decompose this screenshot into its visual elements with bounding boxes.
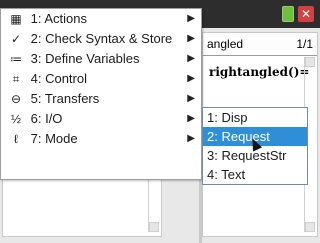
- menu-item-label: 6: I/O: [30, 111, 63, 126]
- menu-item-label: 5: Transfers: [30, 91, 100, 106]
- control-icon: ⌗: [12, 72, 20, 86]
- actions-icon: ▦: [10, 12, 22, 26]
- menu-item-transfers[interactable]: ⊖ 5: Transfers ▶: [1, 89, 201, 109]
- scroll-up-button[interactable]: [305, 57, 315, 67]
- menu-item-label: 4: Control: [30, 71, 87, 86]
- editor-page-indicator: 1/1: [296, 37, 313, 51]
- menu-item-actions[interactable]: ▦ 1: Actions ▶: [1, 9, 201, 29]
- title-bar-icons: ✕: [282, 6, 314, 22]
- close-icon[interactable]: ✕: [298, 6, 314, 22]
- menu-item-define-variables[interactable]: ≔ 3: Define Variables ▶: [1, 49, 201, 69]
- menu-item-mode[interactable]: ℓ 7: Mode ▶: [1, 129, 201, 149]
- transfers-icon: ⊖: [10, 92, 22, 106]
- battery-icon: [282, 6, 294, 22]
- check-syntax-icon: ✓: [10, 32, 22, 46]
- menu-item-control[interactable]: ⌗ 4: Control ▶: [1, 69, 201, 89]
- scroll-down-button[interactable]: [149, 222, 159, 232]
- scroll-down-button[interactable]: [305, 222, 315, 232]
- menu-item-label: 3: Define Variables: [30, 51, 140, 66]
- menu-item-check-syntax-store[interactable]: ✓ 2: Check Syntax & Store ▶: [1, 29, 201, 49]
- submenu-arrow-icon: ▶: [187, 73, 195, 84]
- submenu-arrow-icon: ▶: [187, 53, 195, 64]
- submenu-arrow-icon: ▶: [187, 33, 195, 44]
- menu-item-label: 2: Check Syntax & Store: [30, 31, 173, 46]
- submenu-arrow-icon: ▶: [187, 93, 195, 104]
- editor-file-label: angled: [207, 37, 244, 51]
- submenu-item-disp[interactable]: 1: Disp: [203, 108, 307, 127]
- menu-item-label: 7: Mode: [30, 131, 78, 146]
- submenu-arrow-icon: ▶: [187, 113, 195, 124]
- define-variables-icon: ≔: [10, 52, 22, 66]
- mode-icon: ℓ: [14, 132, 18, 146]
- submenu-arrow-icon: ▶: [187, 133, 195, 144]
- editor-header: angled 1/1: [203, 33, 317, 56]
- io-icon: ½: [10, 112, 21, 126]
- program-editor-menu: ▦ 1: Actions ▶ ✓ 2: Check Syntax & Store…: [0, 8, 202, 180]
- submenu-item-text[interactable]: 4: Text: [203, 165, 307, 184]
- menu-item-label: 1: Actions: [30, 11, 87, 26]
- submenu-arrow-icon: ▶: [187, 13, 195, 24]
- menu-item-io[interactable]: ½ 6: I/O ▶: [1, 109, 201, 129]
- editor-code-line[interactable]: rightangled()=: [209, 65, 309, 79]
